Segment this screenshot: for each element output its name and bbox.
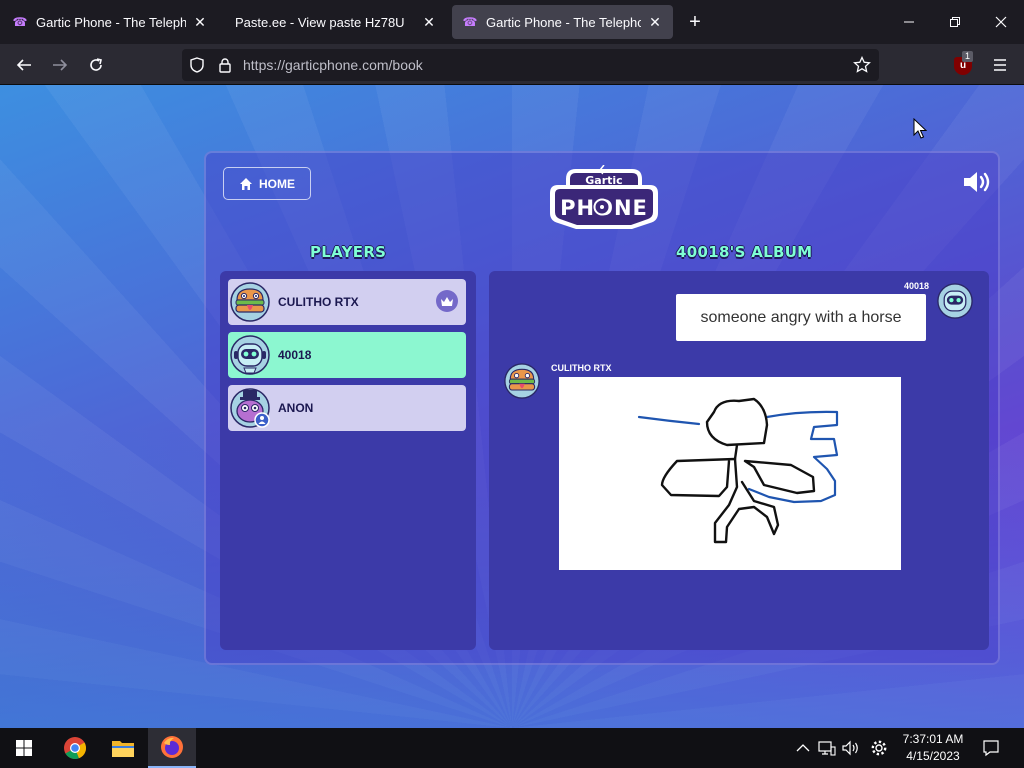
star-icon[interactable]	[853, 56, 871, 74]
avatar-burger	[230, 282, 270, 322]
notifications-icon[interactable]	[981, 738, 1001, 758]
home-label: HOME	[259, 176, 295, 191]
mouse-cursor-icon	[913, 118, 927, 139]
phone-icon: ☎	[462, 15, 478, 29]
arrow-left-icon	[16, 59, 31, 71]
restore-icon	[950, 17, 960, 27]
close-icon[interactable]: ✕	[421, 14, 437, 30]
extension-badge: 1	[962, 51, 974, 62]
back-button[interactable]	[9, 50, 39, 80]
hamburger-icon	[994, 59, 1006, 71]
phrase-author: 40018	[904, 281, 930, 291]
player-name: CULITHO RTX	[278, 295, 359, 309]
minimize-icon	[904, 21, 914, 23]
arrow-right-icon	[53, 59, 68, 71]
home-icon	[239, 177, 253, 191]
forward-button[interactable]	[45, 50, 75, 80]
ublock-extension-button[interactable]: u 1	[952, 51, 974, 76]
volume-icon[interactable]	[841, 738, 861, 758]
clock[interactable]: 7:37:01 AM 4/15/2023	[893, 731, 973, 765]
drawing-person-strokes	[660, 397, 816, 544]
crown-icon	[436, 290, 458, 312]
gartic-phone-logo: Gartic PHONE	[550, 165, 658, 229]
tab-title: Paste.ee - View paste Hz78U	[235, 14, 405, 30]
nav-bar: https://garticphone.com/book u 1	[0, 44, 1024, 85]
close-icon	[995, 16, 1007, 28]
player-name: 40018	[278, 348, 312, 362]
phone-icon: ☎	[12, 15, 28, 29]
url-text: https://garticphone.com/book	[243, 57, 423, 73]
reload-icon	[90, 58, 102, 71]
drawing-author: CULITHO RTX	[551, 363, 612, 373]
player-row[interactable]: ANON	[228, 385, 466, 431]
clock-date: 4/15/2023	[906, 749, 960, 763]
tab-gartic-1[interactable]: ☎ Gartic Phone - The Telephone G ✕	[2, 5, 218, 39]
chrome-taskbar-button[interactable]	[51, 728, 99, 768]
tab-bar: ☎ Gartic Phone - The Telephone G ✕ Paste…	[0, 0, 1024, 44]
album-title: 40018'S ALBUM	[676, 243, 813, 261]
home-button[interactable]: HOME	[223, 167, 311, 200]
drawing-horse-strokes	[637, 410, 839, 504]
chevron-up-icon[interactable]	[793, 738, 813, 758]
tab-paste[interactable]: Paste.ee - View paste Hz78U ✕	[225, 5, 447, 39]
firefox-icon	[161, 736, 183, 758]
sound-icon[interactable]	[962, 169, 992, 195]
avatar-robot	[937, 283, 973, 319]
start-button[interactable]	[0, 728, 48, 768]
drawing-canvas	[559, 377, 901, 570]
avatar-anon	[230, 388, 270, 428]
avatar-robot	[230, 335, 270, 375]
firefox-taskbar-button[interactable]	[148, 728, 196, 768]
restore-button[interactable]	[932, 0, 978, 44]
tab-gartic-2[interactable]: ☎ Gartic Phone - The Telephone G ✕	[452, 5, 673, 39]
network-icon[interactable]	[817, 738, 837, 758]
gear-icon[interactable]	[869, 738, 889, 758]
shield-icon[interactable]	[188, 56, 206, 74]
players-title: PLAYERS	[310, 243, 387, 261]
player-name: ANON	[278, 401, 314, 415]
tab-title: Gartic Phone - The Telephone G	[36, 14, 186, 30]
player-row[interactable]: CULITHO RTX	[228, 279, 466, 325]
page-content: HOME Gartic PHONE PLAYERS 40018'S ALBUM	[0, 85, 1024, 728]
menu-button[interactable]	[985, 50, 1015, 80]
reload-button[interactable]	[81, 50, 111, 80]
chrome-icon	[64, 737, 87, 760]
phrase-text: someone angry with a horse	[700, 308, 902, 326]
address-bar[interactable]: https://garticphone.com/book	[182, 49, 879, 81]
players-panel: CULITHO RTX 40018 ANON	[220, 271, 476, 650]
game-card: HOME Gartic PHONE PLAYERS 40018'S ALBUM	[204, 151, 1000, 665]
minimize-button[interactable]	[886, 0, 932, 44]
new-tab-button[interactable]: +	[682, 10, 708, 34]
file-explorer-taskbar-button[interactable]	[99, 728, 147, 768]
clock-time: 7:37:01 AM	[902, 732, 964, 746]
close-icon[interactable]: ✕	[192, 14, 208, 30]
folder-icon	[112, 741, 134, 757]
taskbar: 7:37:01 AM 4/15/2023	[0, 728, 1024, 768]
tab-title: Gartic Phone - The Telephone G	[486, 14, 641, 30]
windows-icon	[16, 740, 32, 756]
close-window-button[interactable]	[978, 0, 1024, 44]
avatar-burger	[504, 363, 540, 399]
phrase-bubble: someone angry with a horse	[676, 294, 926, 341]
close-icon[interactable]: ✕	[647, 14, 663, 30]
player-row-me[interactable]: 40018	[228, 332, 466, 378]
lock-icon[interactable]	[216, 56, 234, 74]
album-panel: 40018 someone angry with a horse CULITHO…	[489, 271, 989, 650]
